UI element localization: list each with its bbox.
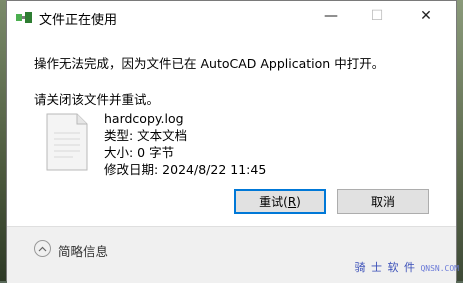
file-details: hardcopy.log 类型: 文本文档 大小: 0 字节 修改日期: 202… [104,110,266,178]
close-icon: ✕ [420,8,432,24]
file-modified: 修改日期: 2024/8/22 11:45 [104,161,266,178]
retry-accelerator-key: R [288,195,296,209]
app-icon [16,12,32,23]
watermark-url: QNSN.COM [420,264,459,273]
dialog-content: 操作无法完成，因为文件已在 AutoCAD Application 中打开。 请… [7,33,456,226]
maximize-button: ☐ [354,1,400,31]
background-right-edge [457,0,463,281]
retry-label-prefix: 重试( [259,193,288,210]
file-in-use-dialog: 文件正在使用 — ☐ ✕ 操作无法完成，因为文件已在 AutoCAD Appli… [6,0,457,281]
file-size: 大小: 0 字节 [104,144,266,161]
minimize-button[interactable]: — [308,1,354,31]
cancel-label: 取消 [371,193,395,210]
window-title: 文件正在使用 [39,9,117,28]
retry-button[interactable]: 重试(R) [234,189,326,214]
retry-label-suffix: ) [296,195,301,209]
title-bar[interactable]: 文件正在使用 — ☐ ✕ [7,1,456,33]
file-type: 类型: 文本文档 [104,127,266,144]
document-icon [45,113,89,171]
cancel-button[interactable]: 取消 [337,189,429,214]
file-name: hardcopy.log [104,110,266,127]
site-watermark: 骑 士 软 件 QNSN.COM [354,259,459,275]
close-button[interactable]: ✕ [403,1,449,31]
instruction-message: 请关闭该文件并重试。 [34,89,159,108]
watermark-text: 骑 士 软 件 [354,261,416,274]
error-message: 操作无法完成，因为文件已在 AutoCAD Application 中打开。 [34,53,384,72]
maximize-icon: ☐ [371,8,384,24]
minimize-icon: — [324,8,338,24]
chevron-up-icon[interactable] [34,240,51,257]
brief-info-toggle[interactable]: 简略信息 [58,241,108,260]
